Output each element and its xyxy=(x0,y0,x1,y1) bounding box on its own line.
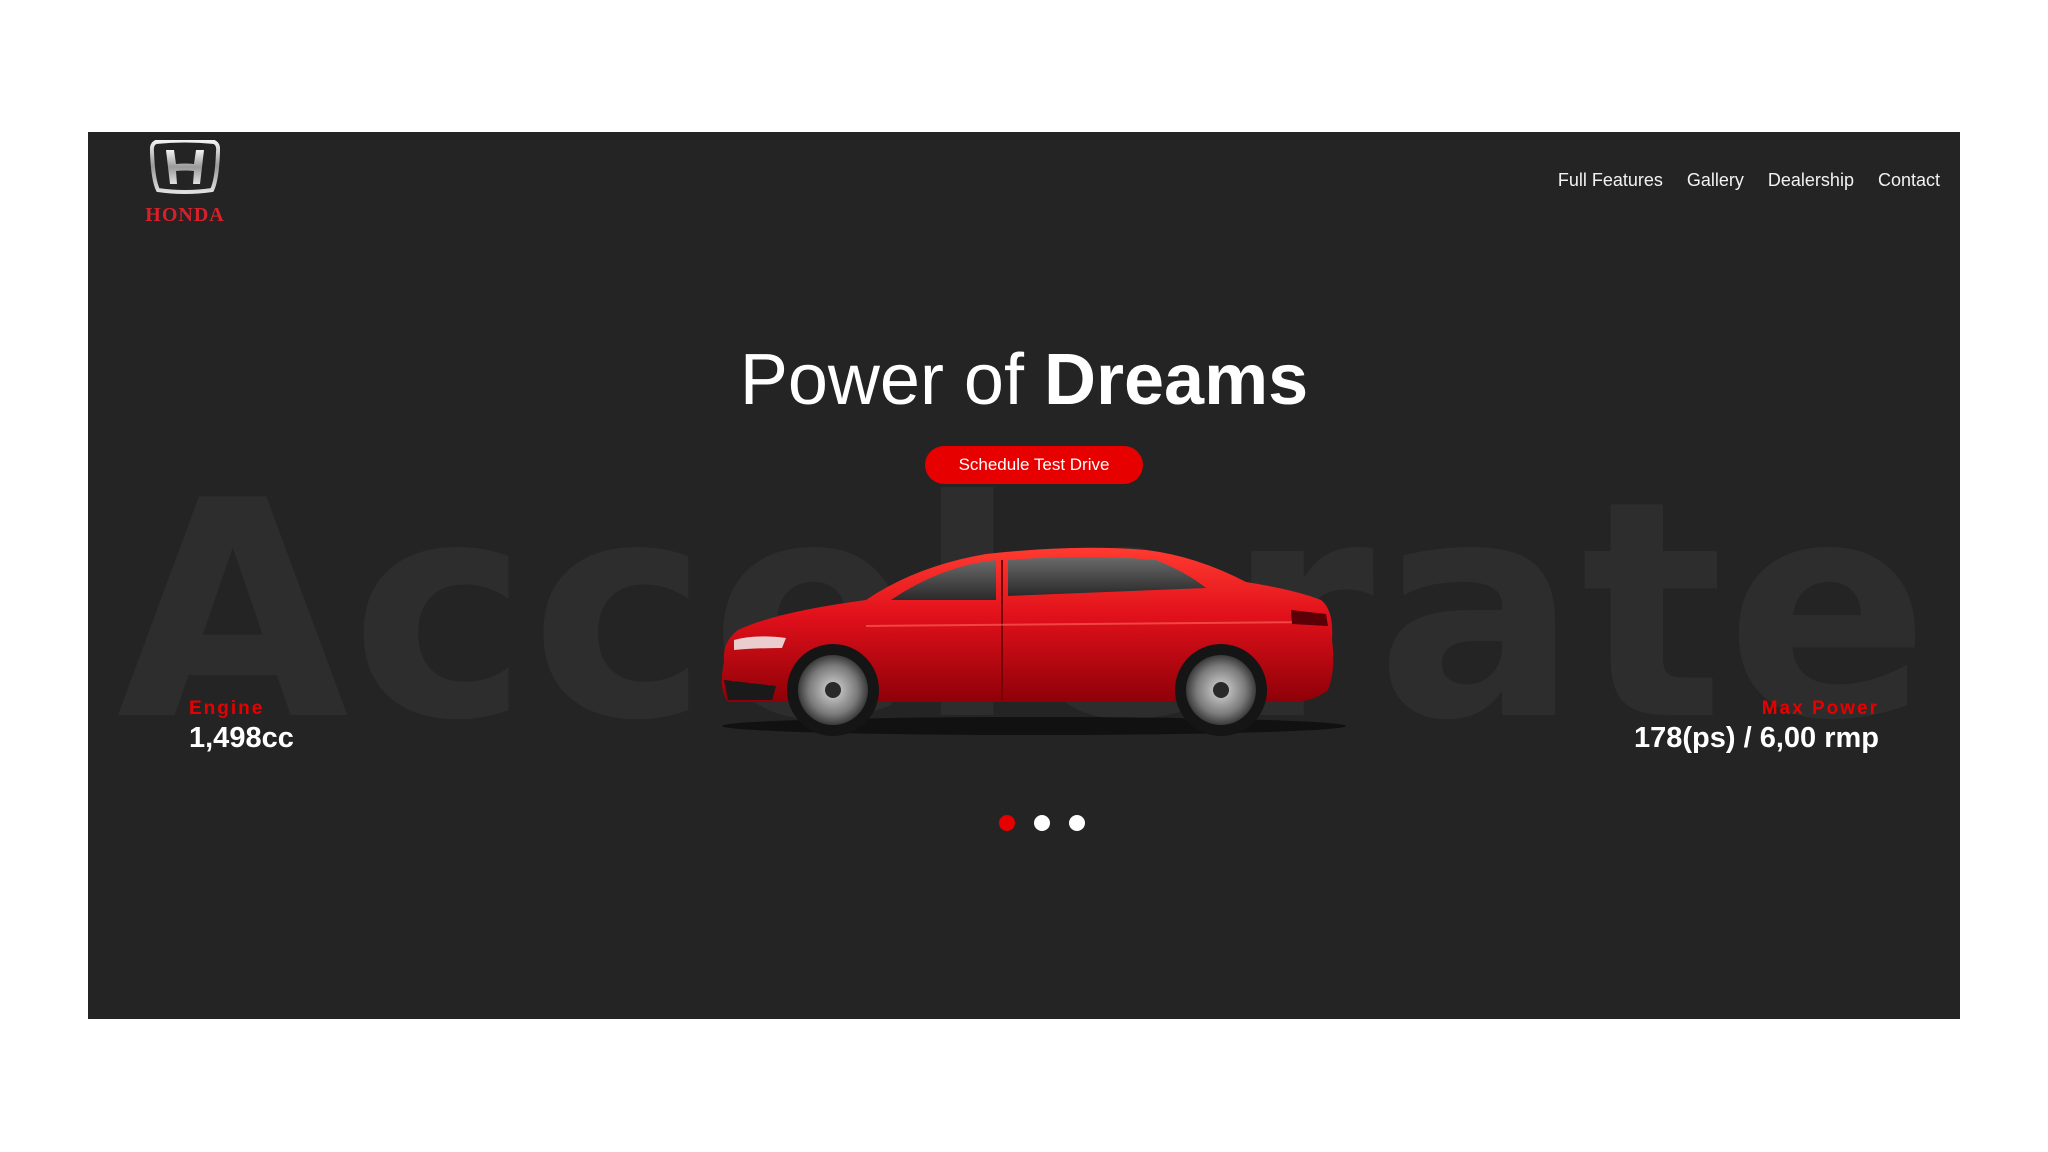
nav-item-gallery[interactable]: Gallery xyxy=(1687,170,1744,191)
carousel-dot-1[interactable] xyxy=(999,815,1015,831)
carousel-dots xyxy=(999,815,1085,831)
honda-logo[interactable]: HONDA xyxy=(126,140,244,226)
engine-value: 1,498cc xyxy=(189,722,294,754)
max-power-stat: Max Power 178(ps) / 6,00 rmp xyxy=(1634,698,1879,755)
max-power-label: Max Power xyxy=(1761,698,1879,719)
nav-item-full-features[interactable]: Full Features xyxy=(1558,170,1663,191)
engine-label: Engine xyxy=(189,698,265,719)
schedule-test-drive-button[interactable]: Schedule Test Drive xyxy=(925,446,1143,484)
nav-item-contact[interactable]: Contact xyxy=(1878,170,1940,191)
carousel-dot-2[interactable] xyxy=(1034,815,1050,831)
honda-h-emblem-icon xyxy=(150,140,220,194)
hero-section: HONDA Full Features Gallery Dealership C… xyxy=(88,132,1960,1019)
max-power-value: 178(ps) / 6,00 rmp xyxy=(1634,722,1879,754)
hero-title-light: Power of xyxy=(739,340,1044,420)
brand-name: HONDA xyxy=(145,204,225,226)
hero-title: Power of Dreams xyxy=(88,344,1960,416)
main-nav: Full Features Gallery Dealership Contact xyxy=(1558,170,1940,191)
hero-title-bold: Dreams xyxy=(1043,340,1309,420)
engine-stat: Engine 1,498cc xyxy=(189,698,294,755)
car-image xyxy=(721,547,1346,736)
nav-item-dealership[interactable]: Dealership xyxy=(1768,170,1854,191)
carousel-dot-3[interactable] xyxy=(1069,815,1085,831)
